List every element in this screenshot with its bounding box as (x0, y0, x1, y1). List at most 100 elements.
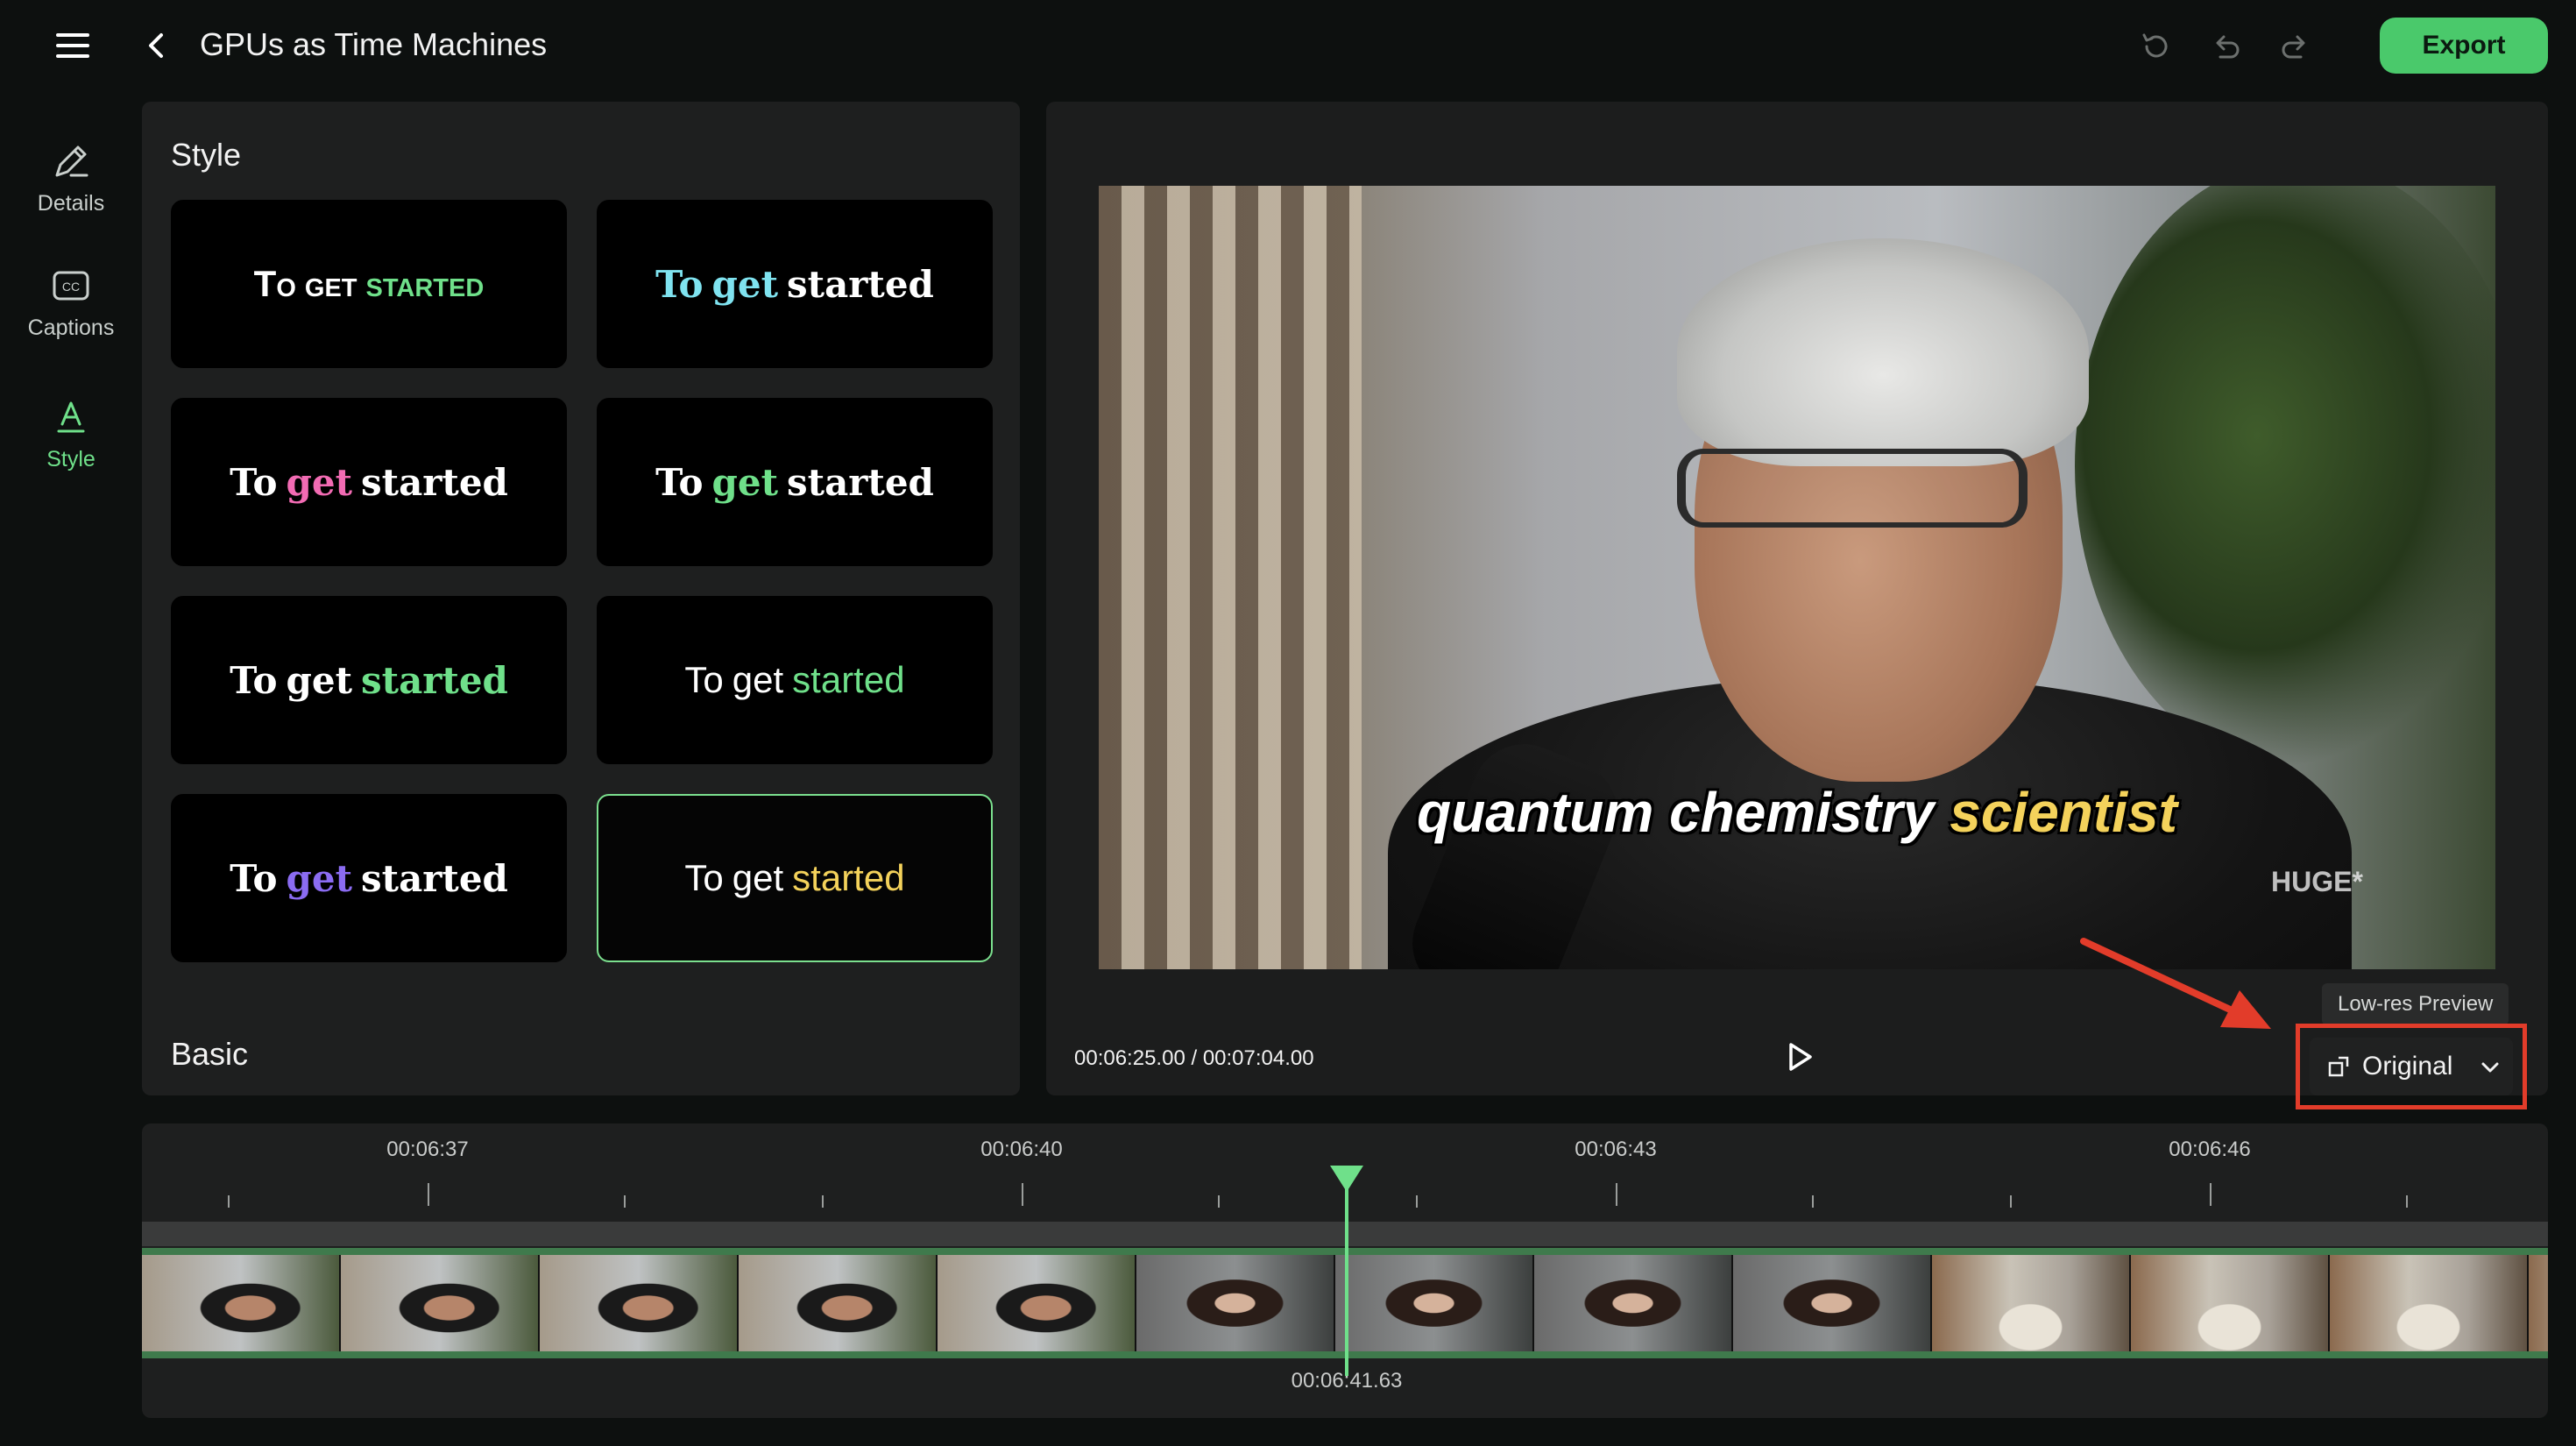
style-preset-grid: To get started To get started To get started T… (171, 200, 993, 962)
filmstrip-frame (938, 1255, 1136, 1351)
filmstrip-frame (341, 1255, 540, 1351)
quality-label: Original (2362, 1052, 2453, 1081)
preset-word: get (711, 262, 779, 306)
video-bg-plant (2075, 186, 2495, 773)
preset-word: To (655, 262, 704, 306)
playback-time: 00:06:25.00 / 00:07:04.00 (1074, 1046, 1314, 1071)
preset-word: To (253, 263, 296, 304)
undo-icon[interactable] (2210, 30, 2243, 63)
timeline-tick (1218, 1195, 1220, 1208)
total-duration: 00:07:04.00 (1202, 1046, 1314, 1070)
video-speaker-glasses (1677, 449, 2028, 528)
style-preset-card[interactable]: To get started (597, 398, 993, 566)
style-preset-card[interactable]: To get started (171, 596, 567, 764)
preset-word: To (684, 857, 724, 898)
history-icon[interactable] (2139, 30, 2172, 63)
redo-icon[interactable] (2278, 30, 2311, 63)
project-title[interactable]: GPUs as Time Machines (200, 26, 547, 63)
time-separator: / (1191, 1046, 1203, 1070)
preset-word: started (787, 262, 934, 306)
filmstrip-frame (2330, 1255, 2529, 1351)
preset-word: started (361, 460, 508, 504)
timeline-tick (228, 1195, 230, 1208)
preset-word: started (787, 460, 934, 504)
video-bg-window (1099, 186, 1362, 969)
style-preset-card[interactable]: To get started (597, 596, 993, 764)
timeline-tick (1812, 1195, 1814, 1208)
style-preset-card[interactable]: To get started (597, 200, 993, 368)
timeline-tick (2010, 1195, 2012, 1208)
timeline-tick (2406, 1195, 2408, 1208)
annotation-arrow-icon (2080, 938, 2271, 1029)
preset-word: started (792, 857, 905, 898)
rail-item-details[interactable]: Details (0, 140, 142, 216)
filmstrip-frame (142, 1255, 341, 1351)
playhead[interactable] (1345, 1166, 1348, 1376)
timeline-tick-label: 00:06:46 (2169, 1138, 2251, 1161)
video-speaker-hair (1677, 238, 2089, 466)
caption-highlight-text: scientist (1950, 781, 2177, 844)
top-bar: GPUs as Time Machines Export (0, 0, 2576, 93)
preset-word: To (230, 460, 278, 504)
timeline-tick (1616, 1183, 1617, 1206)
rail-item-style[interactable]: Style (0, 396, 142, 472)
timeline-tick (2210, 1183, 2212, 1206)
preset-word: started (792, 659, 905, 700)
export-button[interactable]: Export (2380, 18, 2548, 74)
resolution-icon (2328, 1056, 2349, 1077)
style-preset-card[interactable]: To get started (597, 794, 993, 962)
low-res-preview-tooltip: Low-res Preview (2322, 983, 2509, 1025)
preset-word: To (230, 658, 278, 702)
back-chevron-icon[interactable] (140, 28, 175, 63)
watermark: HUGE* (2271, 866, 2363, 897)
filmstrip-frame (1733, 1255, 1932, 1351)
text-style-icon (57, 401, 85, 433)
video-preview[interactable]: quantum chemistry scientist HUGE* (1099, 186, 2495, 969)
rail-label-style: Style (46, 447, 96, 471)
menu-icon[interactable] (56, 32, 91, 60)
timeline-tick (822, 1195, 824, 1208)
rail-label-captions: Captions (27, 315, 115, 340)
caption-overlay[interactable]: quantum chemistry scientist (1099, 780, 2495, 845)
preset-word: get (711, 460, 779, 504)
preset-word: get (286, 856, 353, 900)
preview-panel: quantum chemistry scientist HUGE* 00:06:… (1046, 102, 2548, 1095)
current-time: 00:06:25.00 (1074, 1046, 1185, 1070)
play-icon[interactable] (1782, 1039, 1817, 1074)
preset-word: To (655, 460, 704, 504)
preset-word: started (361, 856, 508, 900)
filmstrip-frame (1932, 1255, 2131, 1351)
rail-label-details: Details (37, 191, 105, 216)
filmstrip-frame (1335, 1255, 1534, 1351)
timeline-tick-label: 00:06:37 (386, 1138, 469, 1161)
filmstrip-frame (739, 1255, 938, 1351)
timeline-tick-label: 00:06:40 (980, 1138, 1063, 1161)
preset-word: get (286, 460, 353, 504)
preset-word: get (732, 659, 784, 700)
timeline[interactable]: 00:06:37 00:06:40 00:06:43 00:06:46 00:0… (142, 1123, 2548, 1418)
filmstrip-frame (2131, 1255, 2330, 1351)
svg-text:CC: CC (62, 280, 80, 294)
preset-word: get (286, 658, 353, 702)
preset-word: started (361, 658, 508, 702)
playhead-handle-icon[interactable] (1330, 1166, 1363, 1192)
style-preset-card[interactable]: To get started (171, 794, 567, 962)
timeline-tick (1416, 1195, 1418, 1208)
timeline-tick (1022, 1183, 1023, 1206)
preset-word: To (230, 856, 278, 900)
style-preset-card[interactable]: To get started (171, 200, 567, 368)
preview-quality-dropdown[interactable]: Original (2310, 1038, 2513, 1095)
style-heading: Style (171, 137, 242, 173)
timeline-tick (428, 1183, 429, 1206)
style-preset-card[interactable]: To get started (171, 398, 567, 566)
filmstrip-frame (2529, 1255, 2548, 1351)
timeline-tick-label: 00:06:43 (1575, 1138, 1657, 1161)
basic-heading: Basic (171, 1036, 249, 1072)
pencil-ruler-icon (55, 145, 88, 177)
filmstrip-frame (1534, 1255, 1733, 1351)
filmstrip-frame (540, 1255, 739, 1351)
rail-item-captions[interactable]: CC Captions (0, 265, 142, 341)
preset-word: To (684, 659, 724, 700)
preset-word: get (732, 857, 784, 898)
filmstrip-frame (1136, 1255, 1335, 1351)
